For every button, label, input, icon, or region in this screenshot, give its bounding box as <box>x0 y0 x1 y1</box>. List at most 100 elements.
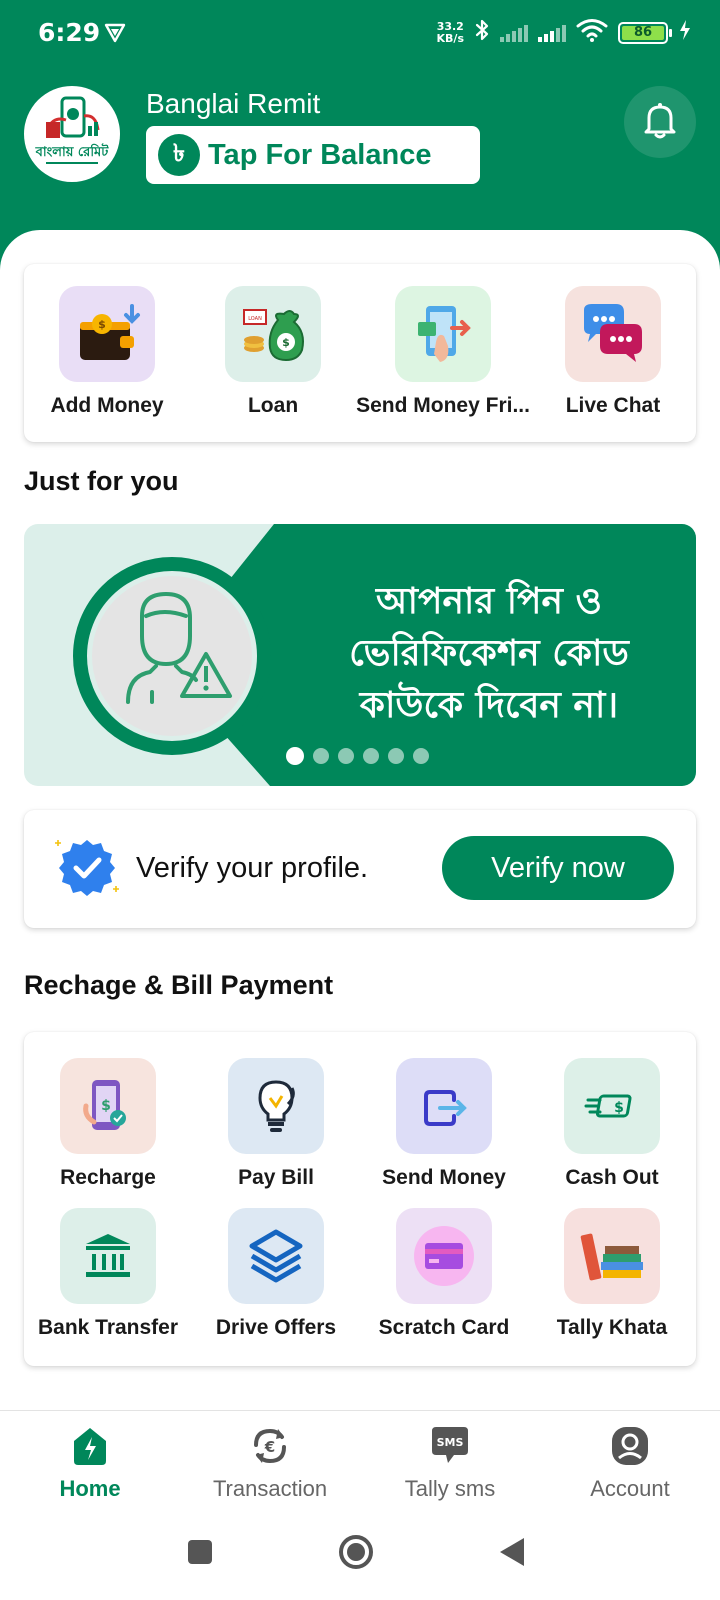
status-bar: 6:29 33.2 KB/s 86 <box>0 0 720 66</box>
bank-icon <box>86 1234 130 1277</box>
mobile-recharge-icon: $ <box>83 1080 126 1130</box>
svg-text:LOAN: LOAN <box>248 316 262 322</box>
quick-action-label: Send Money Fri... <box>356 394 530 417</box>
carousel-dot[interactable] <box>338 748 354 764</box>
bill-payment-title: Rechage & Bill Payment <box>24 970 334 1000</box>
service-tile <box>228 1058 324 1154</box>
verify-profile-text: Verify your profile. <box>136 852 369 884</box>
quick-actions-card: $ Add Money LOAN $ Loan Send Money Fri..… <box>24 264 696 442</box>
just-for-you-title: Just for you <box>24 466 179 496</box>
home-button[interactable] <box>338 1534 374 1575</box>
service-tile: $ <box>564 1058 660 1154</box>
service-label: Bank Transfer <box>37 1316 179 1339</box>
service-cash-out[interactable]: $ Cash Out <box>528 1058 696 1190</box>
network-speed-value: 33.2 <box>436 19 464 33</box>
service-tally-khata[interactable]: Tally Khata <box>528 1208 696 1340</box>
service-tile <box>228 1208 324 1304</box>
charging-icon <box>678 19 692 46</box>
bell-icon <box>643 101 677 144</box>
verify-now-button[interactable]: Verify now <box>442 836 674 900</box>
svg-text:€: € <box>264 1438 275 1456</box>
battery-level: 86 <box>622 25 664 40</box>
status-icons: 33.2 KB/s 86 <box>437 18 692 47</box>
bill-payment-card: $ Recharge Pay Bill Send Money $ Cash Ou… <box>24 1032 696 1366</box>
wallet-icon: $ <box>80 304 141 360</box>
transaction-icon: € <box>248 1425 292 1472</box>
quick-action-send-money-friend[interactable]: Send Money Fri... <box>356 286 530 418</box>
status-time: 6:29 <box>38 18 101 47</box>
notification-button[interactable] <box>624 86 696 158</box>
tap-for-balance-button[interactable]: ৳ Tap For Balance <box>146 126 480 184</box>
signal-icon-sim1 <box>500 24 528 42</box>
service-label: Pay Bill <box>238 1166 314 1189</box>
service-pay-bill[interactable]: Pay Bill <box>192 1058 360 1190</box>
service-tile <box>396 1208 492 1304</box>
layers-icon <box>249 1229 303 1283</box>
bulb-icon <box>258 1080 295 1132</box>
carousel-dot[interactable] <box>413 748 429 764</box>
service-recharge[interactable]: $ Recharge <box>24 1058 192 1190</box>
svg-text:$: $ <box>101 1098 111 1114</box>
books-icon <box>580 1233 643 1281</box>
service-label: Scratch Card <box>378 1316 510 1339</box>
nav-label: Account <box>590 1476 670 1501</box>
bottom-nav: Home € Transaction SMS Tally sms Account <box>0 1410 720 1512</box>
nav-label: Home <box>59 1476 121 1501</box>
quick-action-label: Loan <box>247 394 299 417</box>
quick-action-tile <box>395 286 492 382</box>
carousel-indicator <box>286 747 429 765</box>
banner-text: আপনার পিন ও ভেরিফিকেশন কোড কাউকে দিবেন ন… <box>294 576 684 732</box>
carousel-dot[interactable] <box>286 747 304 765</box>
service-tile: $ <box>60 1058 156 1154</box>
service-bank-transfer[interactable]: Bank Transfer <box>24 1208 192 1340</box>
app-logo[interactable]: বাংলায় রেমিট <box>24 86 120 182</box>
svg-text:$: $ <box>614 1100 624 1116</box>
network-speed-unit: KB/s <box>436 31 464 45</box>
banner-line-3: কাউকে দিবেন না। <box>359 685 619 726</box>
cash-out-icon: $ <box>584 1094 632 1118</box>
service-tile <box>396 1058 492 1154</box>
home-icon <box>68 1425 112 1472</box>
service-send-money[interactable]: Send Money <box>360 1058 528 1190</box>
svg-text:$: $ <box>282 336 290 349</box>
nav-label: Tally sms <box>404 1476 496 1501</box>
signal-icon-sim2 <box>538 24 566 42</box>
logo-wordmark: বাংলায় রেমিট <box>35 143 110 160</box>
quick-action-tile <box>564 286 661 382</box>
service-drive-offers[interactable]: Drive Offers <box>192 1208 360 1340</box>
service-label: Tally Khata <box>556 1316 668 1339</box>
service-label: Drive Offers <box>215 1316 337 1339</box>
service-label: Send Money <box>382 1166 506 1189</box>
recents-button[interactable] <box>186 1538 214 1571</box>
sms-icon-text: SMS <box>437 1436 464 1449</box>
service-tile <box>60 1208 156 1304</box>
quick-action-label: Live Chat <box>565 394 661 417</box>
nav-account[interactable]: Account <box>540 1411 720 1512</box>
nav-home[interactable]: Home <box>0 1411 180 1512</box>
wifi-icon <box>576 18 608 47</box>
money-bag-icon: LOAN $ <box>243 309 305 362</box>
quick-action-live-chat[interactable]: Live Chat <box>530 286 696 418</box>
carousel-dot[interactable] <box>388 748 404 764</box>
nav-transaction[interactable]: € Transaction <box>180 1411 360 1512</box>
quick-action-label: Add Money <box>50 394 164 417</box>
nav-label: Transaction <box>212 1476 328 1501</box>
carousel-dot[interactable] <box>313 748 329 764</box>
send-money-icon <box>424 1090 467 1126</box>
quick-action-loan[interactable]: LOAN $ Loan <box>190 286 356 418</box>
verify-profile-card: Verify your profile. Verify now <box>24 810 696 928</box>
service-label: Cash Out <box>565 1166 659 1189</box>
back-button[interactable] <box>498 1536 526 1573</box>
balance-button-label: Tap For Balance <box>208 138 432 171</box>
quick-action-add-money[interactable]: $ Add Money <box>24 286 190 418</box>
banner-line-1: আপনার পিন ও <box>376 581 602 622</box>
phone-transfer-icon <box>418 306 471 362</box>
promo-banner[interactable]: আপনার পিন ও ভেরিফিকেশন কোড কাউকে দিবেন ন… <box>24 524 696 786</box>
service-tile <box>564 1208 660 1304</box>
nav-tally-sms[interactable]: SMS Tally sms <box>360 1411 540 1512</box>
account-icon <box>608 1425 652 1472</box>
carousel-dot[interactable] <box>363 748 379 764</box>
quick-action-tile: LOAN $ <box>225 286 322 382</box>
service-scratch-card[interactable]: Scratch Card <box>360 1208 528 1340</box>
quick-action-tile: $ <box>59 286 156 382</box>
